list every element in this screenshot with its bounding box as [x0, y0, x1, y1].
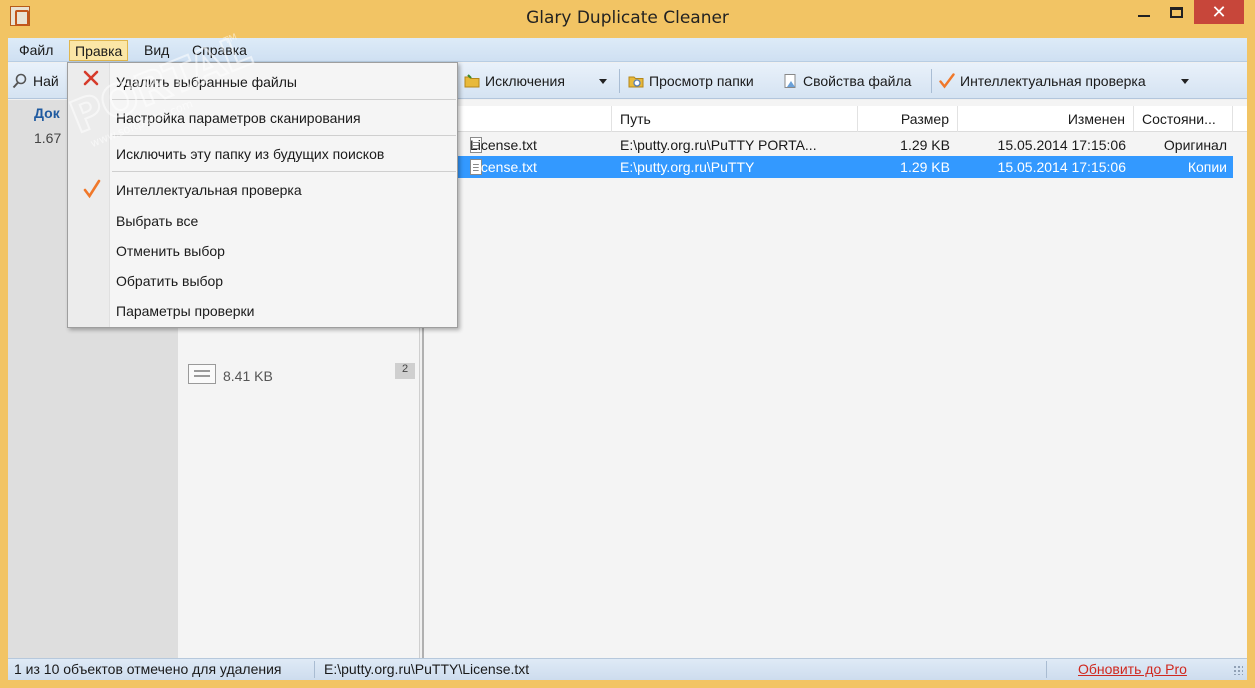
resize-grip-icon[interactable] [1233, 665, 1243, 675]
menu-item-check-parameters[interactable]: Параметры проверки [116, 298, 254, 324]
delete-icon [83, 70, 99, 86]
app-window: Glary Duplicate Cleaner ✕ Файл Правка Ви… [0, 0, 1255, 688]
menu-item-exclude-folder[interactable]: Исключить эту папку из будущих поисков [116, 141, 384, 167]
file-properties-button[interactable]: Свойства файла [782, 63, 911, 99]
title-bar[interactable]: Glary Duplicate Cleaner ✕ [0, 0, 1255, 38]
selection-status: 1 из 10 объектов отмечено для удаления [14, 661, 282, 677]
row-size: 1.29 KB [900, 159, 950, 175]
search-icon [12, 73, 27, 89]
menu-item-select-all[interactable]: Выбрать все [116, 208, 198, 234]
item-count-badge: 2 [395, 363, 415, 379]
menu-view[interactable]: Вид [139, 40, 174, 61]
current-path-status: E:\putty.org.ru\PuTTY\License.txt [324, 661, 530, 677]
document-icon [188, 364, 216, 384]
status-separator [1046, 661, 1047, 678]
checkmark-icon [939, 73, 955, 89]
row-state: Копии [1187, 159, 1227, 175]
row-modified: 15.05.2014 17:15:06 [997, 159, 1126, 175]
view-folder-label: Просмотр папки [649, 73, 754, 89]
column-header-state[interactable]: Состояни... [1134, 106, 1233, 132]
smart-check-button[interactable]: Интеллектуальная проверка [939, 63, 1146, 99]
view-folder-button[interactable]: Просмотр папки [628, 63, 754, 99]
row-path: E:\putty.org.ru\PuTTY [620, 159, 755, 175]
minimize-button[interactable] [1130, 0, 1158, 24]
toolbar-separator [619, 69, 620, 93]
edit-menu-dropdown: Удалить выбранные файлы Настройка параме… [67, 62, 458, 328]
file-properties-label: Свойства файла [803, 73, 912, 89]
minimize-icon [1138, 15, 1150, 17]
menu-edit[interactable]: Правка [69, 40, 129, 61]
row-size: 1.29 KB [900, 137, 950, 153]
smart-check-label: Интеллектуальная проверка [960, 73, 1146, 89]
folder-exclude-icon [464, 74, 480, 88]
upgrade-pro-link[interactable]: Обновить до Pro [1078, 661, 1187, 677]
menu-separator [112, 171, 456, 172]
menu-item-scan-settings[interactable]: Настройка параметров сканирования [116, 105, 361, 131]
table-row-selected[interactable]: License.txt E:\putty.org.ru\PuTTY 1.29 K… [424, 156, 1233, 178]
row-file-name: License.txt [470, 159, 537, 175]
close-icon: ✕ [1211, 1, 1227, 22]
row-state: Оригинал [1163, 137, 1227, 153]
item-size: 8.41 KB [223, 368, 273, 384]
group-heading[interactable]: Док [34, 105, 60, 121]
window-title: Glary Duplicate Cleaner [526, 8, 729, 28]
column-header-path[interactable]: Путь [612, 106, 858, 132]
toolbar-separator [931, 69, 932, 93]
chevron-down-icon [1181, 78, 1189, 84]
exclusions-label: Исключения [485, 73, 565, 89]
maximize-button[interactable] [1162, 0, 1190, 24]
menu-file[interactable]: Файл [14, 40, 58, 61]
row-modified: 15.05.2014 17:15:06 [997, 137, 1126, 153]
file-details-panel: я Путь Размер Изменен Состояни... Licens… [422, 100, 1247, 658]
column-header-size[interactable]: Размер [858, 106, 958, 132]
maximize-icon [1169, 6, 1183, 18]
checkmark-icon [83, 179, 101, 199]
menu-bar: Файл Правка Вид Справка [8, 38, 1247, 62]
menu-item-deselect[interactable]: Отменить выбор [116, 238, 225, 264]
row-file-name: License.txt [470, 137, 537, 153]
find-label: Най [33, 73, 59, 89]
exclusions-dropdown-button[interactable] [599, 63, 607, 99]
folder-view-icon [628, 76, 644, 88]
status-separator [314, 661, 315, 678]
menu-separator [112, 135, 456, 136]
menu-help[interactable]: Справка [187, 40, 252, 61]
menu-separator [112, 99, 456, 100]
grid-header: я Путь Размер Изменен Состояни... [424, 106, 1247, 132]
row-path: E:\putty.org.ru\PuTTY PORTA... [620, 137, 817, 153]
find-button[interactable]: Най [12, 63, 59, 99]
smart-check-dropdown-button[interactable] [1181, 63, 1189, 99]
close-button[interactable]: ✕ [1194, 0, 1244, 24]
status-bar: 1 из 10 объектов отмечено для удаления E… [8, 658, 1247, 680]
chevron-down-icon [599, 78, 607, 84]
exclusions-button[interactable]: Исключения [464, 63, 565, 99]
group-size: 1.67 [34, 130, 62, 146]
menu-item-smart-check[interactable]: Интеллектуальная проверка [116, 177, 302, 203]
menu-item-delete-selected[interactable]: Удалить выбранные файлы [116, 69, 297, 95]
menu-item-invert-selection[interactable]: Обратить выбор [116, 268, 223, 294]
column-header-modified[interactable]: Изменен [958, 106, 1134, 132]
file-properties-icon [784, 74, 796, 88]
table-row[interactable]: License.txt E:\putty.org.ru\PuTTY PORTA.… [424, 134, 1233, 156]
